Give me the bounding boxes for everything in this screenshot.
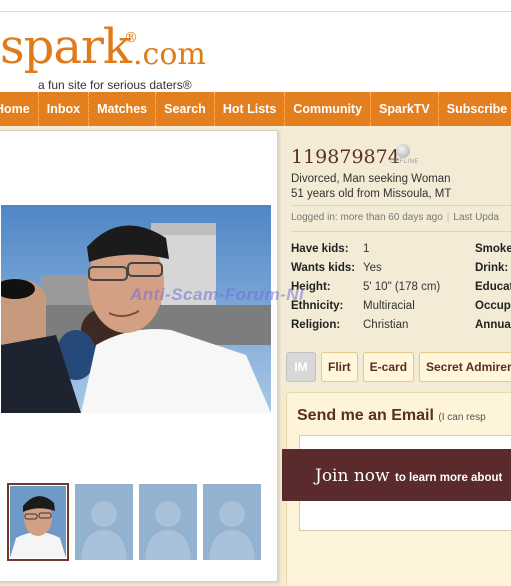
profile-details: Have kids: 1 Smoke Wants kids: Yes Drink… — [291, 240, 511, 335]
detail-key-2: Educat — [475, 281, 511, 293]
join-now-banner[interactable]: Join now to learn more about — [282, 449, 511, 501]
summary-line-age-location: 51 years old from Missoula, MT — [291, 188, 452, 200]
secret-admirer-button[interactable]: Secret Admirer — [419, 352, 511, 382]
last-login: Logged in: more than 60 days ago — [291, 212, 443, 223]
email-title: Send me an Email — [297, 407, 434, 424]
main-nav: Home Inbox Matches Search Hot Lists Comm… — [0, 92, 511, 126]
flirt-button[interactable]: Flirt — [321, 352, 358, 382]
divider — [291, 205, 511, 206]
im-button[interactable]: IM — [286, 352, 316, 382]
nav-community[interactable]: Community — [285, 92, 372, 126]
nav-hot-lists[interactable]: Hot Lists — [215, 92, 286, 126]
site-header: spark ® .com a fun site for serious date… — [0, 12, 511, 92]
tagline: a fun site for serious daters® — [38, 78, 192, 92]
thumbnail-photo-1[interactable] — [7, 483, 69, 561]
divider — [291, 231, 511, 232]
detail-key-2: Annua — [475, 319, 511, 331]
profile-id: 119879874 — [291, 146, 400, 168]
spark-logo[interactable]: spark — [0, 23, 132, 71]
detail-value: 5' 10" (178 cm) — [363, 281, 441, 293]
email-heading: Send me an Email (I can resp — [297, 407, 486, 425]
action-buttons: IM Flirt E-card Secret Admirer — [286, 352, 511, 382]
online-status: OFFLINE — [390, 159, 419, 165]
nav-matches[interactable]: Matches — [89, 92, 157, 126]
email-subtitle: (I can resp — [438, 412, 486, 423]
nav-inbox[interactable]: Inbox — [39, 92, 90, 126]
activity-line: Logged in: more than 60 days ago | Last Up… — [291, 212, 499, 223]
detail-row: Religion: Christian Annua — [291, 316, 511, 335]
detail-key: Have kids: — [291, 243, 349, 255]
detail-key: Religion: — [291, 319, 341, 331]
detail-row: Have kids: 1 Smoke — [291, 240, 511, 259]
detail-value: Multiracial — [363, 300, 415, 312]
join-text: Join now to learn more about — [315, 466, 502, 486]
detail-row: Height: 5' 10" (178 cm) Educat — [291, 278, 511, 297]
thumbnail-placeholder-4[interactable] — [203, 484, 261, 560]
detail-row: Ethnicity: Multiracial Occup — [291, 297, 511, 316]
nav-sparktv[interactable]: SparkTV — [371, 92, 439, 126]
nav-home[interactable]: Home — [0, 92, 39, 126]
detail-key: Wants kids: — [291, 262, 356, 274]
profile-summary: Divorced, Man seeking Woman 51 years old… — [291, 172, 451, 202]
photo-panel — [0, 130, 278, 582]
summary-line-marital: Divorced, Man seeking Woman — [291, 173, 451, 185]
status-dot-icon — [396, 144, 410, 158]
detail-value: Yes — [363, 262, 382, 274]
last-updated: Last Upda — [453, 212, 499, 223]
profile-info-panel: 119879874 OFFLINE Divorced, Man seeking … — [282, 128, 511, 586]
join-main-label: Join now — [315, 466, 390, 486]
ecard-button[interactable]: E-card — [362, 352, 415, 382]
detail-key-2: Occup — [475, 300, 511, 312]
browser-top-strip — [0, 0, 511, 12]
detail-value: Christian — [363, 319, 409, 331]
main-profile-photo[interactable] — [1, 205, 271, 413]
photo-thumbnails — [7, 483, 261, 561]
detail-key-2: Drink: — [475, 262, 509, 274]
detail-row: Wants kids: Yes Drink: — [291, 259, 511, 278]
nav-search[interactable]: Search — [156, 92, 215, 126]
join-rest-label: to learn more about — [394, 472, 503, 484]
logo-domain: .com — [133, 37, 206, 72]
detail-key-2: Smoke — [475, 243, 511, 255]
thumbnail-placeholder-3[interactable] — [139, 484, 197, 560]
detail-value: 1 — [363, 243, 370, 255]
thumbnail-placeholder-2[interactable] — [75, 484, 133, 560]
nav-subscribe[interactable]: Subscribe — [439, 92, 511, 126]
watermark: Anti-Scam-Forum-Nl — [130, 285, 305, 304]
